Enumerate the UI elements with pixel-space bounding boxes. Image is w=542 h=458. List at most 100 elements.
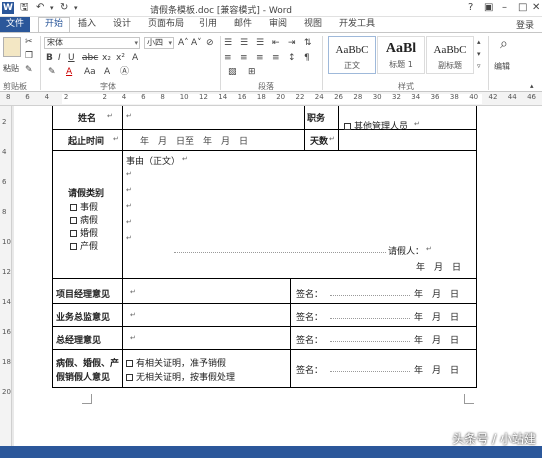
paste-button[interactable]: 粘贴 (3, 63, 19, 74)
customize-qat-icon[interactable]: ▾ (74, 2, 78, 14)
strikethrough-icon[interactable]: abc (82, 53, 98, 64)
styles-scroll-down-icon[interactable]: ▾ (477, 49, 481, 60)
undo-icon[interactable]: ↶ (36, 2, 44, 14)
ruler-tick: 4 (121, 93, 127, 101)
tab-review[interactable]: 审阅 (269, 18, 287, 31)
paragraph-mark: ↵ (414, 120, 420, 128)
horizontal-ruler[interactable]: 8 6 4 2 2 4 6 8 10 12 14 16 18 20 22 24 26 28 30 32 34 36 38 40… (0, 92, 542, 106)
checkbox[interactable] (126, 374, 133, 381)
styles-more-icon[interactable]: ▿ (477, 61, 481, 72)
align-center-icon[interactable]: ≡ (240, 53, 248, 64)
styles-scroll-up-icon[interactable]: ▴ (477, 37, 481, 48)
checkbox[interactable] (344, 123, 351, 130)
style-heading-1[interactable]: AaBl 标题 1 (377, 36, 425, 74)
increase-indent-icon[interactable]: ⇥ (288, 38, 296, 49)
subscript-icon[interactable]: x₂ (102, 53, 111, 64)
sort-icon[interactable]: ⇅ (304, 38, 312, 49)
superscript-icon[interactable]: x² (116, 53, 125, 64)
ribbon-tabs: 文件 开始 插入 设计 页面布局 引用 邮件 审阅 视图 开发工具 登录 (0, 17, 542, 32)
font-color-icon[interactable]: A (66, 67, 72, 78)
maximize-icon[interactable]: □ (518, 2, 527, 13)
period-value[interactable]: 年 月 日至 年 月 日 (140, 134, 248, 147)
tab-page-layout[interactable]: 页面布局 (148, 18, 184, 31)
italic-icon[interactable]: I (58, 53, 61, 64)
sign-date[interactable]: 年 月 日 (414, 363, 459, 376)
align-left-icon[interactable]: ≡ (224, 53, 232, 64)
save-icon[interactable]: 🖫 (20, 2, 29, 14)
char-shading-icon[interactable]: A (104, 67, 110, 78)
paragraph-mark: ↵ (126, 234, 132, 242)
find-icon[interactable]: ⌕ (500, 37, 508, 51)
underline-icon[interactable]: U (68, 53, 75, 64)
enclosed-char-icon[interactable]: Ⓐ (120, 67, 129, 78)
editing-button[interactable]: 编辑 (494, 61, 510, 72)
proof-option[interactable]: 无相关证明，按事假处理 (126, 370, 235, 383)
style-name: 正文 (344, 61, 360, 70)
login-link[interactable]: 登录 (516, 18, 534, 31)
document-page[interactable]: 姓名 ↵ ↵ 职务 其他管理人员 ↵ 起止时间 ↵ 年 月 日至 年 月 日 天… (14, 106, 542, 446)
cut-icon[interactable]: ✂ (25, 37, 33, 48)
font-size-combo[interactable]: 小四 ▾ (144, 37, 174, 49)
borders-icon[interactable]: ⊞ (248, 67, 256, 78)
vruler-tick: 16 (2, 328, 11, 336)
change-case-icon[interactable]: Aa (84, 67, 96, 78)
other-staff-option[interactable]: 其他管理人员 (344, 119, 408, 132)
checkbox[interactable] (70, 217, 77, 224)
copy-icon[interactable]: ❐ (25, 51, 33, 62)
line-spacing-icon[interactable]: ↕ (288, 53, 296, 64)
tab-design[interactable]: 设计 (113, 18, 131, 31)
style-normal[interactable]: AaBbC 正文 (328, 36, 376, 74)
clear-format-icon[interactable]: ⊘ (206, 38, 214, 49)
shading-icon[interactable]: ▧ (228, 67, 237, 78)
bold-icon[interactable]: B (46, 53, 53, 64)
checkbox[interactable] (70, 230, 77, 237)
sign-date[interactable]: 年 月 日 (414, 287, 459, 300)
style-subtitle[interactable]: AaBbC 副标题 (426, 36, 474, 74)
tab-insert[interactable]: 插入 (78, 18, 96, 31)
vertical-ruler[interactable]: 2 4 6 8 10 12 14 16 18 20 (0, 106, 12, 446)
tab-mailings[interactable]: 邮件 (234, 18, 252, 31)
format-painter-icon[interactable]: ✎ (25, 65, 33, 76)
text-effects-icon[interactable]: A (132, 53, 138, 64)
align-right-icon[interactable]: ≡ (256, 53, 264, 64)
bullets-icon[interactable]: ☰ (224, 38, 232, 49)
watermark: 头条号 / 小站建 (452, 432, 536, 446)
tab-view[interactable]: 视图 (304, 18, 322, 31)
proof-option[interactable]: 有相关证明，准予销假 (126, 356, 226, 369)
decrease-indent-icon[interactable]: ⇤ (272, 38, 280, 49)
ruler-tick: 22 (295, 93, 305, 101)
checkbox[interactable] (70, 204, 77, 211)
font-name-combo[interactable]: 宋体 ▾ (44, 37, 140, 49)
tab-home[interactable]: 开始 (38, 17, 71, 32)
period-label: 起止时间 (68, 137, 105, 147)
ruler-tick: 32 (392, 93, 401, 101)
multilevel-list-icon[interactable]: ☰ (256, 38, 264, 49)
sign-date[interactable]: 年 月 日 (414, 333, 459, 346)
tab-developer[interactable]: 开发工具 (339, 18, 375, 31)
leave-type-option[interactable]: 产假 (70, 239, 98, 252)
minimize-icon[interactable]: – (502, 2, 507, 13)
grow-font-icon[interactable]: A˄ (178, 38, 189, 49)
help-icon[interactable]: ? (468, 2, 473, 13)
redo-icon[interactable]: ↻ (60, 2, 68, 14)
numbering-icon[interactable]: ☰ (240, 38, 248, 49)
shrink-font-icon[interactable]: A˅ (191, 38, 202, 49)
leave-type-option[interactable]: 病假 (70, 213, 98, 226)
close-icon[interactable]: ✕ (532, 2, 540, 13)
undo-dropdown-icon[interactable]: ▾ (50, 2, 54, 14)
leave-type-option[interactable]: 事假 (70, 200, 98, 213)
highlight-icon[interactable]: ✎ (48, 67, 56, 78)
justify-icon[interactable]: ≡ (272, 53, 280, 64)
collapse-ribbon-icon[interactable]: ▴ (530, 81, 534, 92)
checkbox[interactable] (70, 243, 77, 250)
other-staff-label: 其他管理人员 (354, 122, 409, 132)
tab-file[interactable]: 文件 (0, 17, 30, 32)
show-marks-icon[interactable]: ¶ (304, 53, 310, 64)
applicant-date[interactable]: 年 月 日 (416, 260, 461, 273)
sign-date[interactable]: 年 月 日 (414, 310, 459, 323)
leave-type-option[interactable]: 婚假 (70, 226, 98, 239)
paste-icon[interactable] (3, 37, 21, 57)
ribbon-display-icon[interactable]: ▣ (484, 2, 493, 13)
tab-references[interactable]: 引用 (199, 18, 217, 31)
checkbox[interactable] (126, 360, 133, 367)
